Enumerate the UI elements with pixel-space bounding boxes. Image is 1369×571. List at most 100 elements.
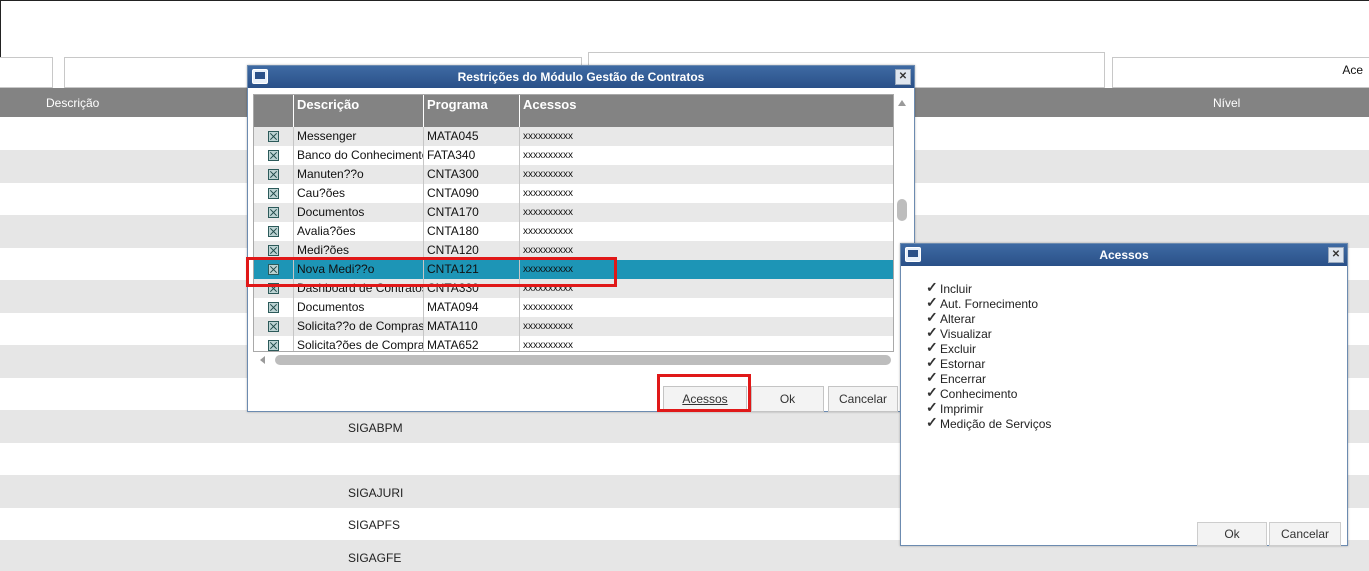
table-row[interactable]: Solicita??o de Compras MATA110 xxxxxxxxxx <box>254 317 893 336</box>
column-header-nivel[interactable]: Nível <box>1213 96 1240 110</box>
row-checkbox[interactable] <box>254 165 294 184</box>
checkmark-icon[interactable]: ✓ <box>926 295 938 310</box>
horizontal-scrollbar[interactable] <box>253 352 894 368</box>
horizontal-scroll-thumb[interactable] <box>275 355 891 365</box>
access-checkbox[interactable]: ✓ Alterar <box>926 310 1051 327</box>
table-row[interactable]: Avalia?ões CNTA180 xxxxxxxxxx <box>254 222 893 241</box>
table-row[interactable]: Documentos CNTA170 xxxxxxxxxx <box>254 203 893 222</box>
window-icon <box>252 69 268 84</box>
row-checkbox[interactable] <box>254 222 294 241</box>
filter-field-label: Ace <box>1342 63 1363 77</box>
checked-box-icon[interactable] <box>268 207 279 218</box>
cell-descricao: Banco do Conhecimento <box>294 146 424 165</box>
acessos-dialog: Acessos ✕ ✓ Incluir ✓ Aut. Fornecimento ✓ Alt… <box>900 243 1348 546</box>
access-checkbox[interactable]: ✓ Encerrar <box>926 370 1051 387</box>
cell-descricao: Solicita?ões de Compras <box>294 336 424 351</box>
checkmark-icon[interactable]: ✓ <box>926 385 938 400</box>
access-checkbox[interactable]: ✓ Incluir <box>926 280 1051 297</box>
row-checkbox[interactable] <box>254 336 294 351</box>
checkmark-icon[interactable]: ✓ <box>926 370 938 385</box>
access-checkbox[interactable]: ✓ Medição de Serviços <box>926 415 1051 432</box>
close-icon[interactable]: ✕ <box>1328 247 1344 263</box>
table-row[interactable]: Documentos MATA094 xxxxxxxxxx <box>254 298 893 317</box>
checkmark-icon[interactable]: ✓ <box>926 340 938 355</box>
cell-descricao: Documentos <box>294 203 424 222</box>
checked-box-icon[interactable] <box>268 169 279 180</box>
highlight-selected-row <box>246 257 617 287</box>
column-header-programa[interactable]: Programa <box>424 95 520 127</box>
filter-field-acessos[interactable]: Ace <box>1112 57 1369 88</box>
ok-button[interactable]: Ok <box>751 386 824 412</box>
vertical-scroll-thumb[interactable] <box>897 199 907 221</box>
table-row[interactable]: Banco do Conhecimento FATA340 xxxxxxxxxx <box>254 146 893 165</box>
checkmark-icon[interactable]: ✓ <box>926 280 938 295</box>
access-checkbox-label: Encerrar <box>940 372 987 386</box>
cell-programa: CNTA300 <box>424 165 520 184</box>
ok-button[interactable]: Ok <box>1197 522 1267 546</box>
cell-acessos: xxxxxxxxxx <box>523 207 573 218</box>
checked-box-icon[interactable] <box>268 321 279 332</box>
cancelar-button[interactable]: Cancelar <box>828 386 898 412</box>
column-header-acessos[interactable]: Acessos <box>520 95 893 127</box>
checked-box-icon[interactable] <box>268 188 279 199</box>
checked-box-icon[interactable] <box>268 131 279 142</box>
checked-box-icon[interactable] <box>268 340 279 351</box>
access-checkbox[interactable]: ✓ Aut. Fornecimento <box>926 295 1051 312</box>
checkmark-icon[interactable]: ✓ <box>926 355 938 370</box>
cell-descricao: Manuten??o <box>294 165 424 184</box>
table-row[interactable]: Solicita?ões de Compras MATA652 xxxxxxxxxx <box>254 336 893 351</box>
restricoes-grid-header: Descrição Programa Acessos <box>254 95 893 127</box>
access-checkbox-label: Aut. Fornecimento <box>940 297 1039 311</box>
column-header-descricao[interactable]: Descrição <box>46 96 99 110</box>
cancelar-button[interactable]: Cancelar <box>1269 522 1341 546</box>
table-cell: SIGAJURI <box>348 485 404 500</box>
close-icon[interactable]: ✕ <box>895 69 911 85</box>
cell-acessos: xxxxxxxxxx <box>523 169 573 180</box>
row-checkbox[interactable] <box>254 184 294 203</box>
cell-programa: CNTA090 <box>424 184 520 203</box>
access-checkbox-label: Imprimir <box>940 402 984 416</box>
access-checkbox[interactable]: ✓ Estornar <box>926 355 1051 372</box>
access-checkbox[interactable]: ✓ Imprimir <box>926 400 1051 417</box>
access-checkbox[interactable]: ✓ Conhecimento <box>926 385 1051 402</box>
row-checkbox[interactable] <box>254 298 294 317</box>
acessos-title: Acessos <box>1099 248 1149 262</box>
acessos-titlebar[interactable]: Acessos ✕ <box>901 244 1347 266</box>
cell-descricao: Cau?ões <box>294 184 424 203</box>
access-checkbox[interactable]: ✓ Visualizar <box>926 325 1051 342</box>
access-checkbox-label: Visualizar <box>940 327 992 341</box>
access-checkbox-label: Incluir <box>940 282 973 296</box>
checkmark-icon[interactable]: ✓ <box>926 310 938 325</box>
table-cell: SIGABPM <box>348 420 403 435</box>
checkmark-icon[interactable]: ✓ <box>926 415 938 430</box>
cell-acessos: xxxxxxxxxx <box>523 340 573 351</box>
row-checkbox[interactable] <box>254 317 294 336</box>
checked-box-icon[interactable] <box>268 150 279 161</box>
table-row[interactable]: Cau?ões CNTA090 xxxxxxxxxx <box>254 184 893 203</box>
column-header-check[interactable] <box>254 95 294 127</box>
restricoes-grid: Descrição Programa Acessos Messenger MATA… <box>253 94 894 352</box>
cell-acessos: xxxxxxxxxx <box>523 321 573 332</box>
table-row[interactable]: Messenger MATA045 xxxxxxxxxx <box>254 127 893 146</box>
access-checkbox[interactable]: ✓ Excluir <box>926 340 1051 357</box>
access-checkbox-label: Conhecimento <box>940 387 1018 401</box>
row-checkbox[interactable] <box>254 203 294 222</box>
checked-box-icon[interactable] <box>268 302 279 313</box>
restricoes-titlebar[interactable]: Restrições do Módulo Gestão de Contratos… <box>248 66 914 88</box>
row-checkbox[interactable] <box>254 146 294 165</box>
cell-acessos: xxxxxxxxxx <box>523 131 573 142</box>
checked-box-icon[interactable] <box>268 226 279 237</box>
row-checkbox[interactable] <box>254 127 294 146</box>
filter-field-left[interactable] <box>0 57 53 88</box>
column-header-descricao[interactable]: Descrição <box>294 95 424 127</box>
scroll-up-icon[interactable] <box>898 100 906 106</box>
checked-box-icon[interactable] <box>268 245 279 256</box>
scroll-left-icon[interactable] <box>260 356 265 364</box>
checkmark-icon[interactable]: ✓ <box>926 400 938 415</box>
cell-programa: FATA340 <box>424 146 520 165</box>
cell-programa: MATA045 <box>424 127 520 146</box>
checkmark-icon[interactable]: ✓ <box>926 325 938 340</box>
table-row[interactable]: Manuten??o CNTA300 xxxxxxxxxx <box>254 165 893 184</box>
restricoes-dialog: Restrições do Módulo Gestão de Contratos… <box>247 65 915 412</box>
acessos-checkbox-list: ✓ Incluir ✓ Aut. Fornecimento ✓ Alterar ✓ Visua… <box>926 280 1051 432</box>
